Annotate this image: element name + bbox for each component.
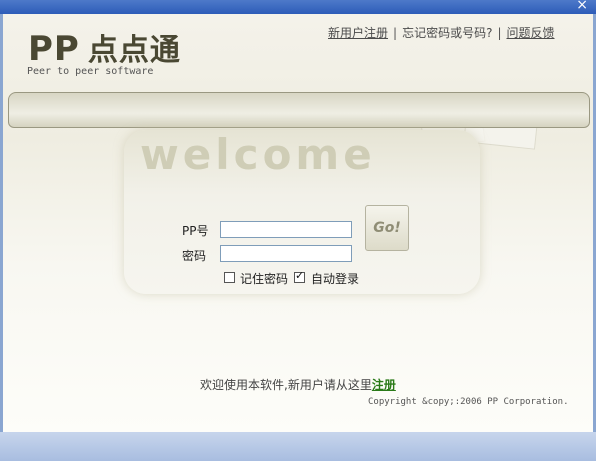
top-links: 新用户注册 | 忘记密码或号码? | 问题反馈 <box>328 24 555 41</box>
remember-password-checkbox[interactable] <box>224 272 235 283</box>
title-bar: × <box>0 0 596 14</box>
link-separator: | <box>497 26 502 40</box>
link-separator: | <box>393 26 398 40</box>
window-border-bottom <box>0 432 596 461</box>
register-link[interactable]: 注册 <box>372 378 396 392</box>
welcome-message-text: 欢迎使用本软件,新用户请从这里 <box>200 378 372 392</box>
auto-login-checkbox[interactable] <box>294 269 305 283</box>
auto-login-label: 自动登录 <box>311 272 360 286</box>
password-label: 密码 <box>182 249 207 263</box>
close-icon[interactable]: × <box>576 0 588 13</box>
new-user-register-link[interactable]: 新用户注册 <box>328 26 388 40</box>
pp-number-input[interactable] <box>220 221 352 238</box>
password-input[interactable] <box>220 245 352 262</box>
feedback-link[interactable]: 问题反馈 <box>506 26 554 40</box>
app-logo: PP 点点通 <box>28 25 181 69</box>
forgot-password-link[interactable]: 忘记密码或号码? <box>402 26 492 40</box>
remember-password-label: 记住密码 <box>240 272 289 286</box>
header-band <box>8 92 590 128</box>
pp-number-label: PP号 <box>182 224 209 238</box>
welcome-message: 欢迎使用本软件,新用户请从这里注册 <box>200 376 396 393</box>
welcome-banner: welcome <box>140 130 376 179</box>
go-login-button[interactable]: Go! <box>365 205 409 251</box>
app-slogan: Peer to peer software <box>27 66 154 77</box>
logo-name: 点点通 <box>87 33 181 68</box>
copyright-text: Copyright &copy;:2006 PP Corporation. <box>368 397 569 407</box>
logo-pp: PP <box>28 29 80 69</box>
